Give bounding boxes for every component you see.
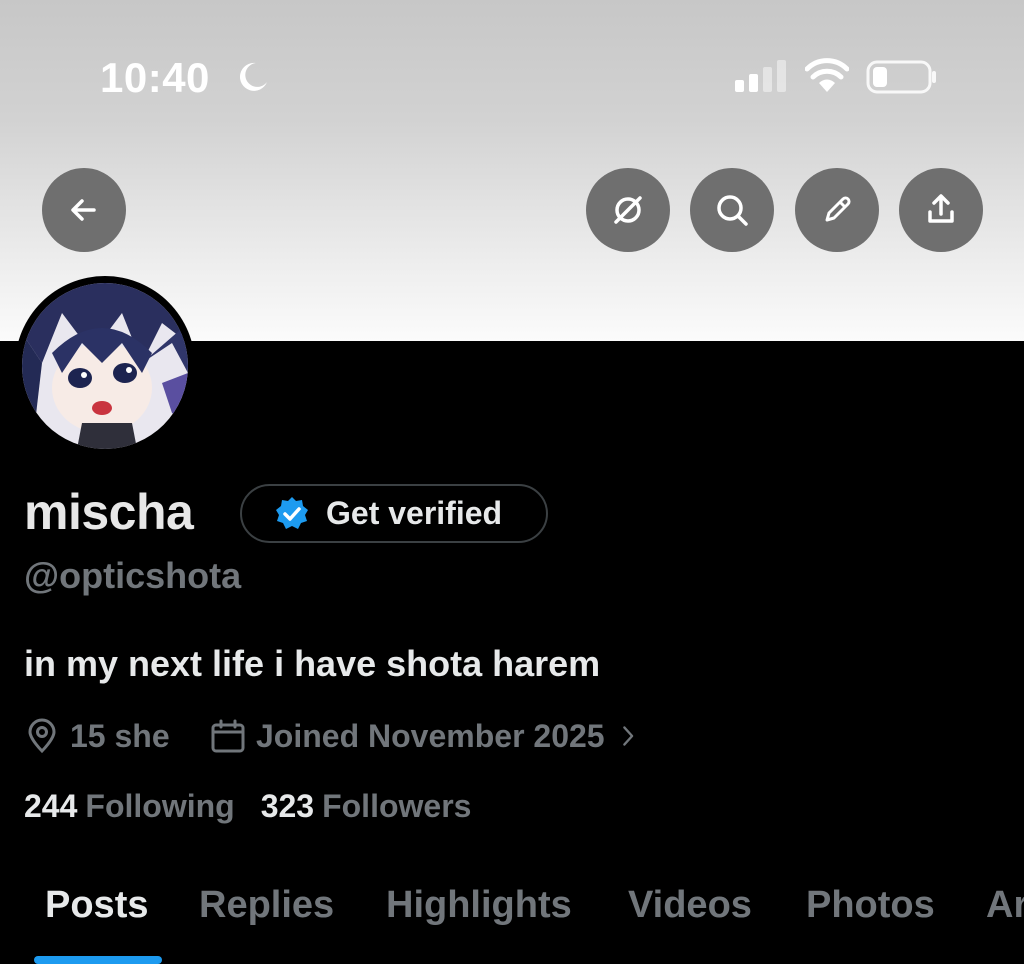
tab-posts[interactable]: Posts [45, 884, 148, 927]
followers-count: 323 [260, 788, 315, 824]
edit-profile-button[interactable] [795, 168, 879, 252]
search-button[interactable] [690, 168, 774, 252]
following-label: Following [85, 788, 235, 824]
location-pin-icon [28, 718, 56, 754]
location-info: 15 she [24, 715, 170, 757]
grok-button[interactable] [586, 168, 670, 252]
cellular-signal-icon [735, 60, 786, 92]
display-name: mischa [24, 484, 194, 540]
avatar[interactable] [22, 283, 188, 449]
pencil-icon [825, 196, 851, 222]
location-text: 15 she [70, 717, 170, 754]
arrow-left-icon [71, 199, 96, 221]
profile-bio: in my next life i have shota harem [24, 643, 601, 684]
share-icon [928, 194, 954, 223]
battery-icon [866, 60, 936, 94]
search-icon [717, 195, 748, 226]
joined-text: Joined November 2025 [256, 717, 605, 754]
followers-link[interactable]: 323 Followers [261, 788, 472, 825]
user-handle: @opticshota [24, 555, 242, 596]
tab-videos[interactable]: Videos [628, 884, 752, 927]
moon-icon [239, 62, 267, 91]
followers-label: Followers [322, 788, 472, 824]
tab-articles[interactable]: Ar [986, 884, 1024, 927]
profile-tabs: Posts Replies Highlights Videos Photos A… [0, 884, 1024, 964]
grok-icon [614, 196, 642, 224]
following-count: 244 [24, 788, 78, 824]
following-link[interactable]: 244 Following [24, 788, 235, 825]
get-verified-button[interactable]: Get verified [240, 484, 548, 543]
calendar-icon [211, 719, 245, 753]
get-verified-label: Get verified [326, 495, 503, 531]
joined-date-link[interactable]: Joined November 2025 [210, 715, 643, 757]
tab-photos[interactable]: Photos [806, 884, 935, 927]
active-tab-indicator [34, 956, 162, 964]
tab-highlights[interactable]: Highlights [386, 884, 572, 927]
status-time: 10:40 [100, 54, 210, 101]
chevron-right-icon [622, 726, 633, 746]
back-button[interactable] [42, 168, 126, 252]
wifi-icon [805, 58, 849, 92]
follow-counts: 244 Following 323 Followers [24, 788, 471, 825]
tab-replies[interactable]: Replies [199, 884, 334, 927]
verified-badge-icon [276, 496, 308, 529]
share-button[interactable] [899, 168, 983, 252]
